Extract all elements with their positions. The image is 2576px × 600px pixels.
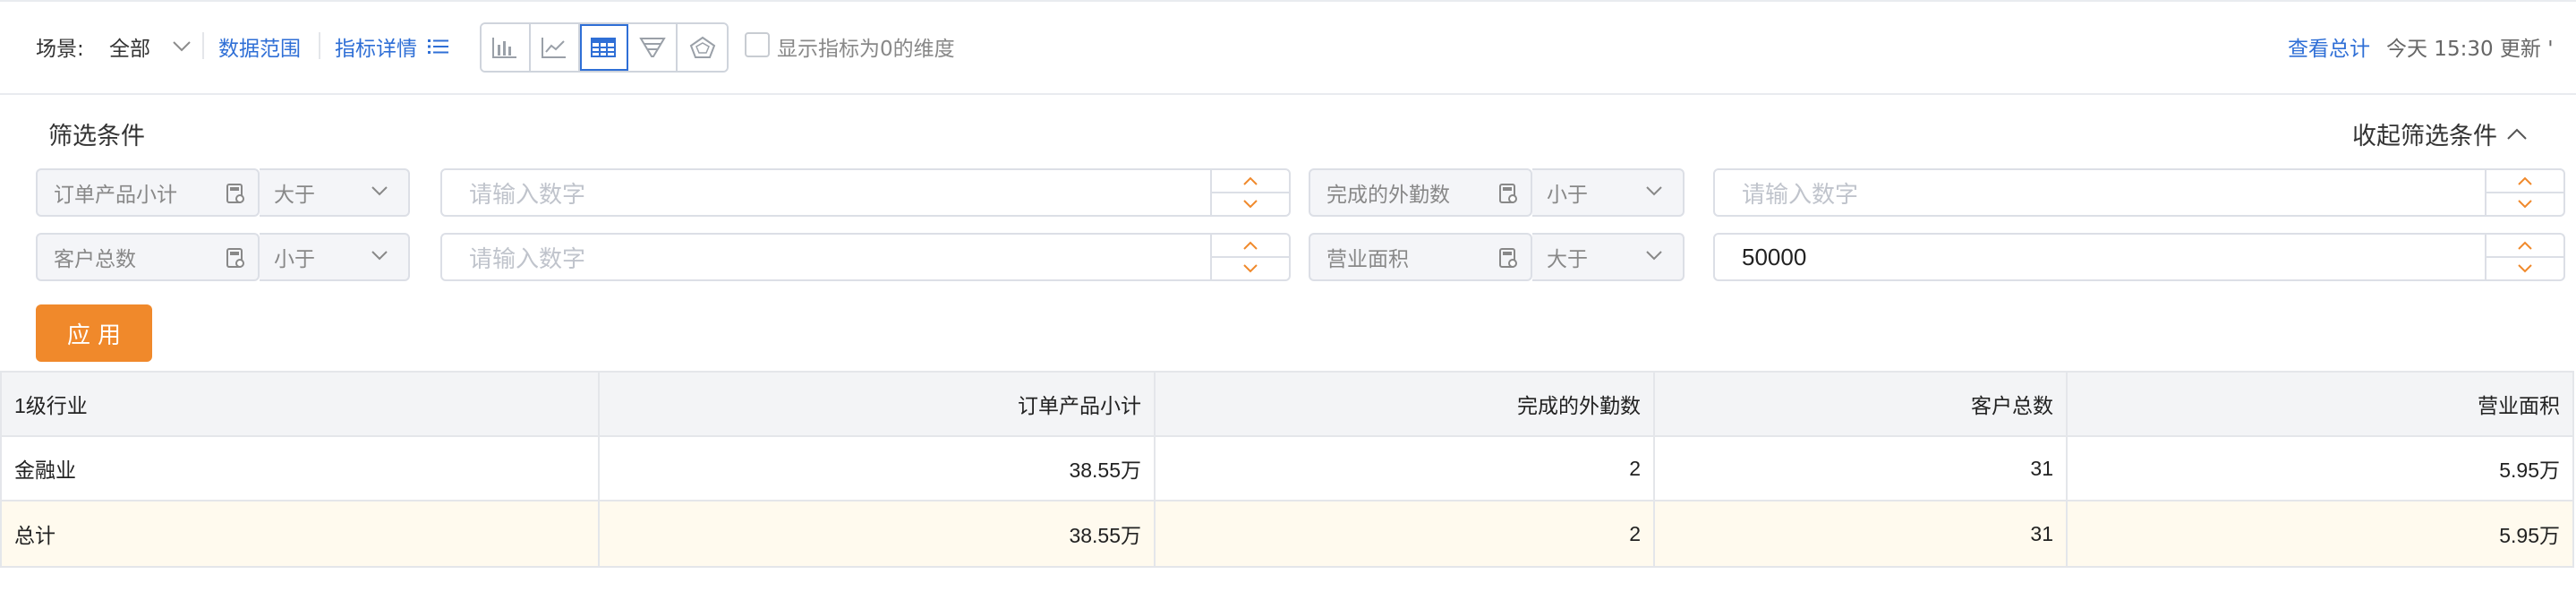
- filter-operator-select[interactable]: 小于: [1532, 168, 1685, 217]
- filter-value-input[interactable]: 请输入数字: [1713, 168, 2565, 217]
- filter-operator-select[interactable]: 大于: [1532, 233, 1685, 281]
- table-cell: 总计: [2, 501, 600, 566]
- column-header[interactable]: 客户总数: [1655, 373, 2068, 435]
- chevron-down-icon: [1646, 251, 1662, 261]
- filter-value-input[interactable]: 请输入数字: [440, 233, 1291, 281]
- filter-field-select[interactable]: 完成的外勤数: [1309, 168, 1532, 217]
- chevron-down-icon: [371, 251, 388, 261]
- data-range-link[interactable]: 数据范围: [218, 27, 301, 66]
- filter-field-select[interactable]: 营业面积: [1309, 233, 1532, 281]
- table-header-row: 1级行业 订单产品小计 完成的外勤数 客户总数 营业面积: [2, 373, 2572, 437]
- table-icon[interactable]: [579, 24, 629, 71]
- indicator-detail-link[interactable]: 指标详情: [335, 27, 417, 66]
- number-stepper[interactable]: [1210, 170, 1289, 215]
- stepper-down-icon[interactable]: [1212, 258, 1289, 279]
- divider: [202, 32, 204, 59]
- stepper-down-icon[interactable]: [2486, 193, 2563, 215]
- filter-field-name: 订单产品小计: [54, 184, 177, 207]
- table-cell: 2: [1156, 437, 1655, 500]
- data-table: 1级行业 订单产品小计 完成的外勤数 客户总数 营业面积 金融业 38.55万 …: [0, 371, 2574, 568]
- stepper-down-icon[interactable]: [2486, 258, 2563, 279]
- show-zero-checkbox[interactable]: [745, 32, 770, 57]
- chevron-down-icon[interactable]: [172, 27, 192, 66]
- stepper-up-icon[interactable]: [2486, 235, 2563, 258]
- filter-operator-select[interactable]: 大于: [260, 168, 410, 217]
- collapse-filter-link[interactable]: 收起筛选条件: [2352, 116, 2528, 151]
- number-stepper[interactable]: [2485, 235, 2563, 279]
- filter-value-input[interactable]: 50000: [1713, 233, 2565, 281]
- number-stepper[interactable]: [2485, 170, 2563, 215]
- funnel-icon[interactable]: [628, 24, 678, 71]
- table-cell: 31: [1655, 437, 2068, 500]
- column-header[interactable]: 订单产品小计: [600, 373, 1156, 435]
- filter-title: 筛选条件: [48, 123, 145, 150]
- filter-operator-select[interactable]: 小于: [260, 233, 410, 281]
- column-header[interactable]: 1级行业: [2, 373, 600, 435]
- chevron-down-icon: [1646, 186, 1662, 196]
- filter-value: 请输入数字: [469, 244, 586, 272]
- table-cell: 38.55万: [600, 501, 1156, 566]
- scene-label: 场景:: [36, 38, 84, 61]
- chevron-up-icon: [2507, 128, 2527, 140]
- divider: [319, 32, 320, 59]
- top-toolbar: 场景: 全部 数据范围 指标详情 显示指标为0的维度 查看总计 今天 15:30…: [0, 0, 2576, 95]
- calculator-icon: [226, 184, 244, 203]
- table-cell: 38.55万: [600, 437, 1156, 500]
- calculator-icon: [226, 248, 244, 268]
- list-icon[interactable]: [428, 27, 449, 66]
- stepper-down-icon[interactable]: [1212, 193, 1289, 215]
- table-cell: 2: [1156, 501, 1655, 566]
- show-zero-label: 显示指标为0的维度: [777, 38, 955, 61]
- table-cell: 31: [1655, 501, 2068, 566]
- filter-value: 请输入数字: [1742, 180, 1859, 208]
- bar-chart-icon[interactable]: [482, 24, 531, 71]
- radar-icon[interactable]: [678, 24, 727, 71]
- update-time: 今天 15:30 更新 ': [2386, 38, 2554, 61]
- filter-field-name: 完成的外勤数: [1326, 184, 1450, 207]
- filter-field-select[interactable]: 订单产品小计: [36, 168, 260, 217]
- filter-field-name: 营业面积: [1326, 248, 1409, 271]
- filter-operator: 大于: [274, 184, 315, 207]
- table-cell: 5.95万: [2499, 524, 2560, 547]
- column-header[interactable]: 完成的外勤数: [1156, 373, 1655, 435]
- stepper-up-icon[interactable]: [1212, 235, 1289, 258]
- filter-field-select[interactable]: 客户总数: [36, 233, 260, 281]
- filter-operator: 大于: [1547, 248, 1588, 271]
- apply-button[interactable]: 应用: [36, 304, 152, 362]
- filter-value-input[interactable]: 请输入数字: [440, 168, 1291, 217]
- table-row: 金融业 38.55万 2 31 5.95万: [2, 437, 2572, 501]
- table-cell: 金融业: [2, 437, 600, 500]
- filter-operator: 小于: [274, 248, 315, 271]
- table-cell: 5.95万: [2499, 459, 2560, 482]
- table-total-row: 总计 38.55万 2 31 5.95万: [2, 501, 2572, 566]
- calculator-icon: [1499, 248, 1517, 268]
- filter-value: 请输入数字: [469, 180, 586, 208]
- filter-field-name: 客户总数: [54, 248, 136, 271]
- chevron-down-icon: [371, 186, 388, 196]
- stepper-up-icon[interactable]: [2486, 170, 2563, 193]
- calculator-icon: [1499, 184, 1517, 203]
- chart-type-switcher: [480, 22, 729, 73]
- number-stepper[interactable]: [1210, 235, 1289, 279]
- view-total-link[interactable]: 查看总计: [2288, 27, 2370, 66]
- scene-select[interactable]: 全部: [109, 27, 150, 66]
- collapse-filter-label: 收起筛选条件: [2352, 123, 2497, 150]
- filter-operator: 小于: [1547, 184, 1588, 207]
- filter-value: 50000: [1742, 243, 1807, 270]
- line-chart-icon[interactable]: [530, 24, 580, 71]
- stepper-up-icon[interactable]: [1212, 170, 1289, 193]
- column-header[interactable]: 营业面积: [2068, 373, 2572, 435]
